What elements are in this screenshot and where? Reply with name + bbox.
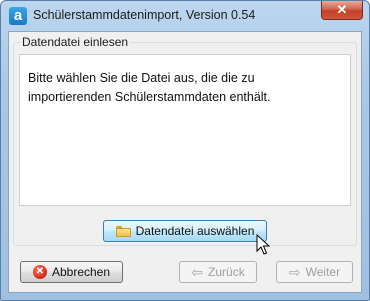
info-text: Bitte wählen Sie die Datei aus, die die …: [28, 71, 271, 104]
next-button[interactable]: ⇨ Weiter: [276, 261, 353, 283]
group-legend: Datendatei einlesen: [20, 35, 131, 49]
title-bar[interactable]: a Schülerstammdatenimport, Version 0.54 …: [1, 1, 369, 31]
info-text-box: Bitte wählen Sie die Datei aus, die die …: [19, 54, 351, 206]
arrow-left-icon: ⇦: [191, 264, 204, 280]
dialog-client-area: Datendatei einlesen Bitte wählen Sie die…: [8, 31, 362, 293]
back-button[interactable]: ⇦ Zurück: [179, 261, 257, 283]
window-title: Schülerstammdatenimport, Version 0.54: [33, 8, 256, 22]
cancel-label: Abbrechen: [51, 265, 111, 279]
cancel-button[interactable]: ✕ Abbrechen: [20, 261, 123, 283]
folder-icon: [115, 225, 131, 237]
cancel-icon: ✕: [32, 265, 47, 279]
app-icon: a: [9, 7, 27, 25]
mouse-cursor-icon: [256, 234, 270, 255]
back-label: Zurück: [208, 265, 245, 279]
next-label: Weiter: [305, 265, 341, 279]
close-button[interactable]: ✕: [321, 1, 363, 20]
group-datendatei: Datendatei einlesen Bitte wählen Sie die…: [13, 35, 357, 246]
arrow-right-icon: ⇨: [288, 264, 301, 280]
dialog-window: a Schülerstammdatenimport, Version 0.54 …: [0, 0, 370, 301]
choose-file-label: Datendatei auswählen: [135, 224, 255, 238]
choose-file-button[interactable]: Datendatei auswählen: [103, 220, 267, 242]
